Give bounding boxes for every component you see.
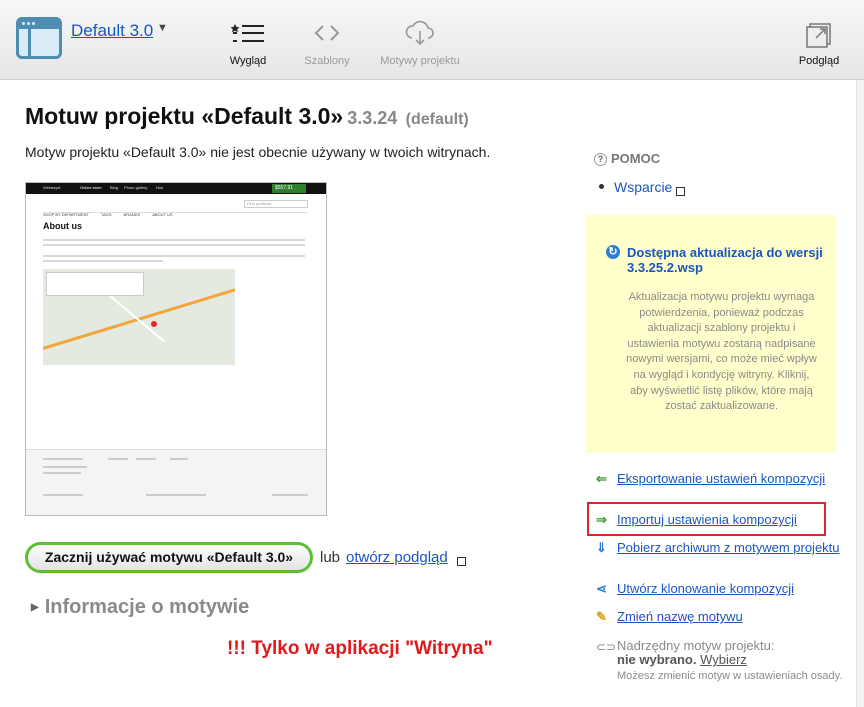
tab-templates-label: Szablony: [304, 55, 350, 67]
update-title-link[interactable]: Dostępna aktualizacja do wersji 3.3.25.2…: [627, 245, 827, 275]
import-settings-link[interactable]: ⇒ Importuj ustawienia kompozycji: [596, 513, 797, 527]
parent-theme-label: Nadrzędny motyw projektu:: [617, 638, 775, 653]
tab-project-themes-label: Motywy projektu: [380, 55, 460, 67]
share-icon: ⋖: [596, 581, 607, 596]
rename-theme-link[interactable]: ✎ Zmień nazwę motywu: [596, 610, 743, 624]
clone-theme-link[interactable]: ⋖ Utwórz klonowanie kompozycji: [596, 582, 794, 596]
download-archive-link[interactable]: ⇓ Pobierz archiwum z motywem projektu: [596, 541, 840, 555]
arrow-left-icon: ⇐: [596, 471, 607, 486]
external-link-icon[interactable]: [676, 183, 685, 201]
tab-project-themes[interactable]: Motywy projektu: [378, 18, 462, 67]
thumb-link: Hub: [156, 185, 164, 190]
tab-templates[interactable]: Szablony: [303, 18, 351, 67]
thumb-nav-item: ABOUT US: [152, 212, 173, 217]
theme-status-text: Motyw projektu «Default 3.0» nie jest ob…: [25, 144, 491, 160]
theme-info-label: Informacje o motywie: [44, 596, 250, 618]
theme-version: 3.3.24: [347, 108, 398, 128]
thumb-link: Webasyst: [43, 185, 61, 190]
arrow-right-icon: ⇒: [596, 512, 607, 527]
choose-parent-link[interactable]: Wybierz: [700, 652, 747, 667]
link-chain-icon: ⊂⊃: [596, 640, 617, 654]
question-icon: ?: [594, 153, 607, 166]
cloud-download-icon: [405, 20, 434, 46]
update-description: Aktualizacja motywu projektu wymaga potw…: [626, 291, 817, 413]
parent-theme-block: ⊂⊃ Nadrzędny motyw projektu: nie wybrano…: [596, 639, 842, 683]
scrollbar[interactable]: [856, 80, 864, 707]
list-icon: [231, 24, 264, 42]
help-heading: ? POMOC: [594, 151, 660, 166]
thumb-map: [43, 269, 235, 365]
page-title: Motuw projektu «Default 3.0» 3.3.24 (defa…: [25, 103, 469, 130]
support-link[interactable]: Wsparcie: [614, 179, 672, 195]
clone-theme-label: Utwórz klonowanie kompozycji: [617, 581, 795, 596]
thumb-nav: SHOP BY DEPARTMENT TAGS BRANDS ABOUT US: [43, 203, 308, 217]
thumb-nav-item: BRANDS: [123, 212, 141, 217]
thumb-nav-item: SHOP BY DEPARTMENT: [43, 212, 89, 217]
thumb-link: Online store: [80, 185, 102, 190]
open-preview-link[interactable]: otwórz podgląd: [346, 549, 448, 566]
export-settings-link[interactable]: ⇐ Eksportowanie ustawień kompozycji: [596, 472, 825, 486]
bullet: [599, 184, 604, 189]
external-link-icon[interactable]: [457, 553, 466, 571]
expand-triangle-icon: ▶: [31, 602, 39, 614]
export-settings-label: Eksportowanie ustawień kompozycji: [617, 471, 826, 486]
thumb-link: Photo gallery: [124, 185, 148, 190]
page-title-text: Motuw projektu «Default 3.0»: [25, 103, 344, 129]
help-heading-text: POMOC: [611, 151, 661, 166]
thumb-link: Blog: [110, 185, 119, 190]
site-app-icon: [16, 17, 62, 59]
or-text: lub: [320, 549, 341, 566]
theme-thumbnail: Webasyst Online store Blog Photo gallery…: [25, 182, 327, 516]
parent-theme-note: Możesz zmienić motyw w ustawieniach osad…: [617, 670, 843, 682]
pencil-icon: ✎: [596, 609, 607, 624]
theme-version-tag: (default): [405, 111, 469, 128]
preview-button-label: Podgląd: [798, 55, 840, 67]
refresh-icon: ↻: [606, 245, 620, 259]
download-archive-label: Pobierz archiwum z motywem projektu: [617, 540, 840, 555]
thumb-heading: About us: [43, 221, 82, 231]
thumb-cart: $557.91: [272, 184, 306, 193]
tab-appearance-label: Wygląd: [229, 55, 267, 67]
code-brackets-icon: [314, 25, 340, 41]
import-settings-label: Importuj ustawienia kompozycji: [617, 512, 797, 527]
arrow-down-icon: ⇓: [596, 540, 607, 555]
warning-note: !!! Tylko w aplikacji "Witryna": [227, 638, 493, 659]
theme-info-toggle[interactable]: ▶ Informacje o motywie: [31, 596, 249, 619]
start-using-theme-button[interactable]: Zacznij używać motywu «Default 3.0»: [25, 542, 313, 573]
top-toolbar: Default 3.0 ▼ Wygląd Szablony Motywy pro…: [0, 0, 864, 80]
parent-theme-value: nie wybrano.: [617, 652, 697, 667]
preview-button[interactable]: Podgląd: [796, 18, 842, 67]
external-preview-icon: [806, 23, 831, 48]
update-notice: ↻ Dostępna aktualizacja do wersji 3.3.25…: [586, 215, 836, 453]
chevron-down-icon[interactable]: ▼: [157, 22, 168, 34]
thumb-footer: [26, 449, 326, 515]
rename-theme-label: Zmień nazwę motywu: [617, 609, 743, 624]
tab-appearance[interactable]: Wygląd: [228, 18, 268, 67]
thumb-nav-item: TAGS: [100, 212, 112, 217]
theme-selector[interactable]: Default 3.0: [71, 21, 153, 41]
